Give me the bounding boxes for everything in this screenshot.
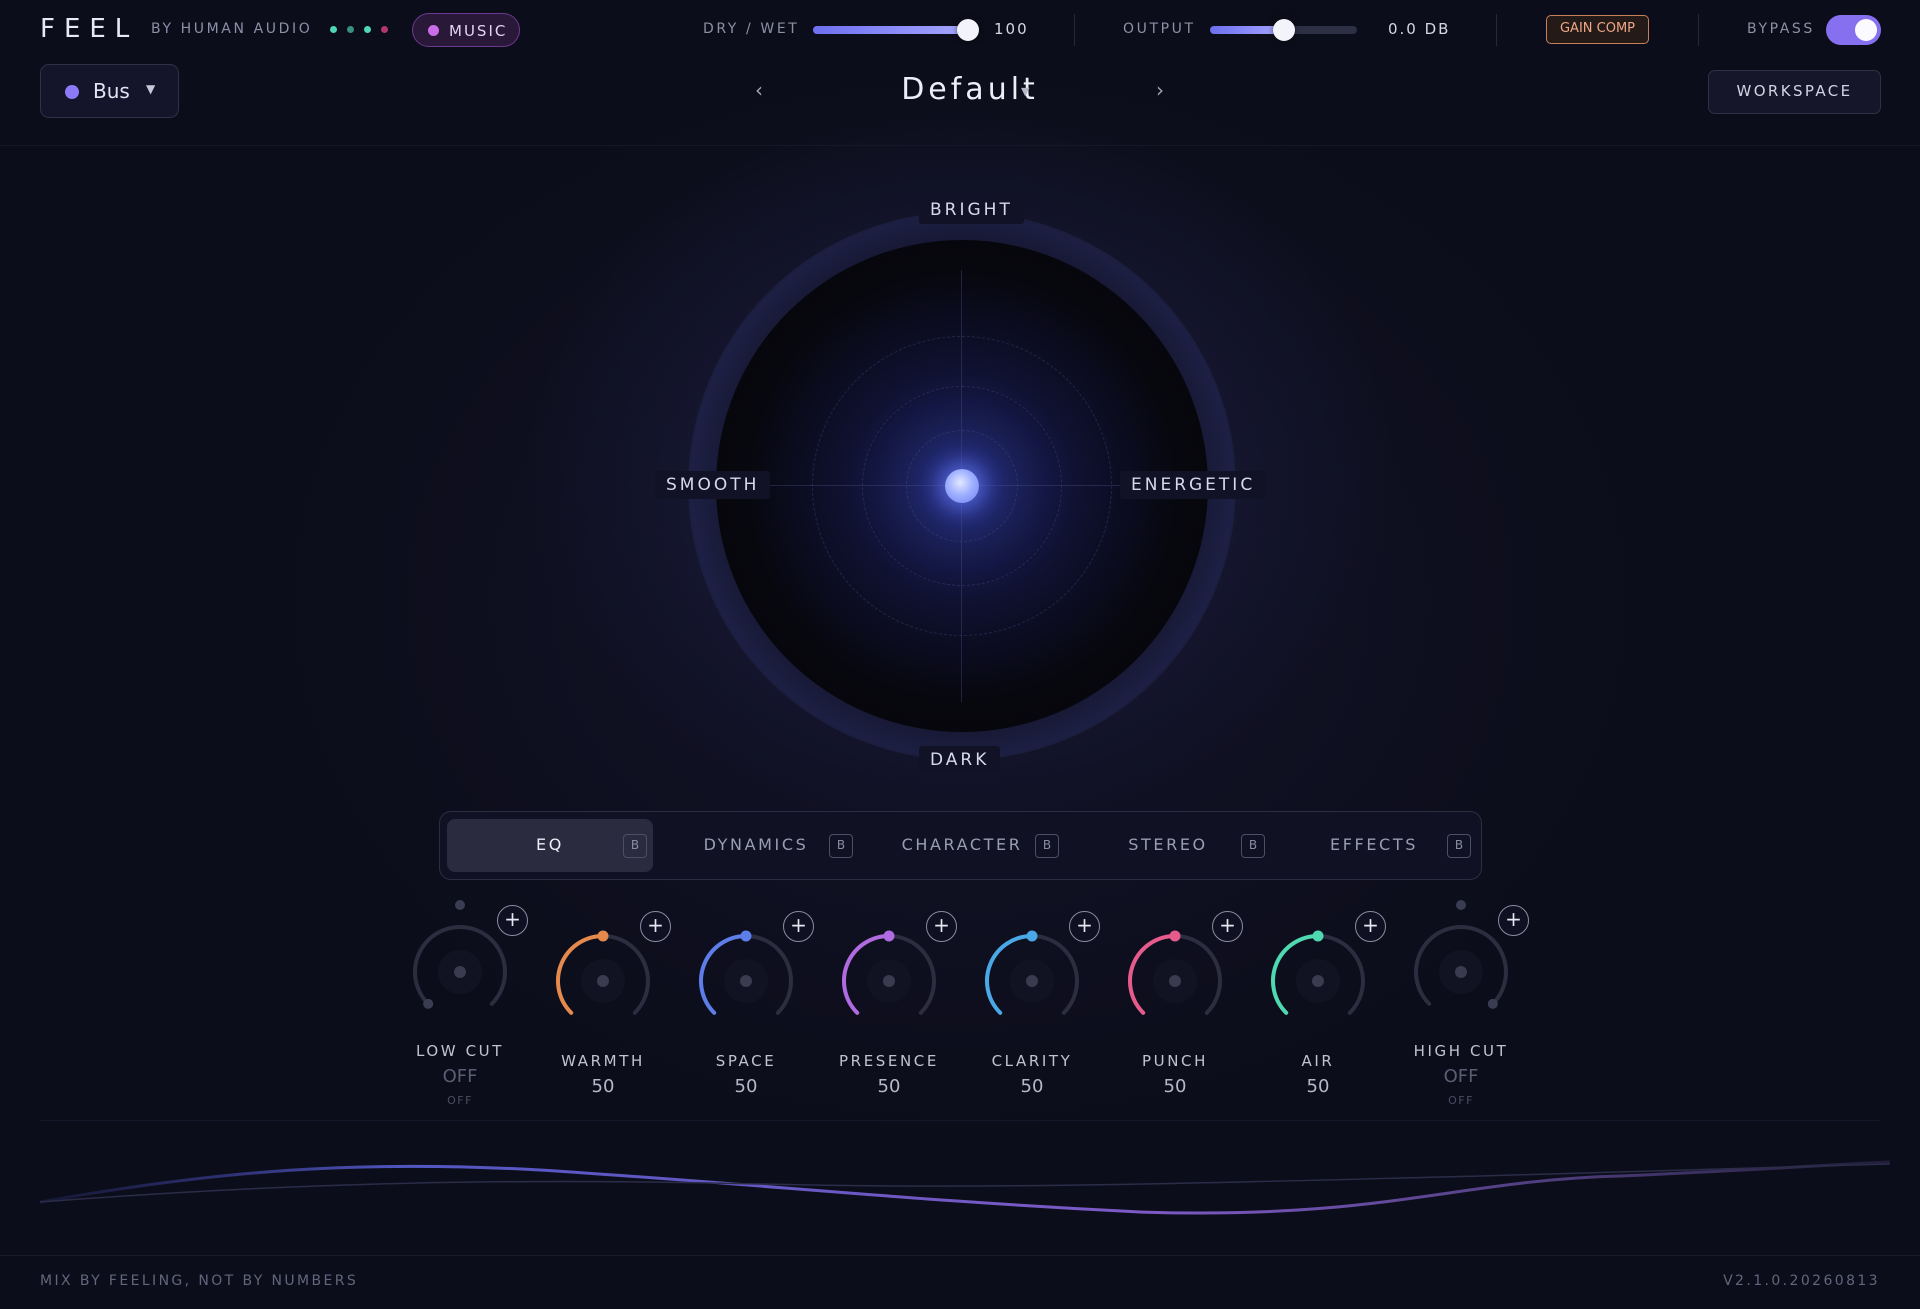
knob-value: OFF — [442, 1066, 478, 1087]
knob-label: PUNCH — [1142, 1052, 1208, 1070]
divider — [1698, 14, 1699, 46]
knob-value: OFF — [1443, 1066, 1479, 1087]
knob-presence[interactable]: + PRESENCE 50 — [829, 900, 957, 1110]
knob-clarity[interactable]: + CLARITY 50 — [972, 900, 1100, 1110]
knob-low-cut[interactable]: + LOW CUT OFF OFF — [400, 900, 528, 1110]
knob-add-button[interactable]: + — [497, 905, 528, 936]
divider — [40, 1120, 1880, 1121]
knob-space[interactable]: + SPACE 50 — [686, 900, 814, 1110]
gain-comp-button[interactable]: GAIN COMP — [1546, 15, 1649, 44]
status-dot-2 — [347, 26, 354, 33]
drywet-slider-thumb[interactable] — [957, 19, 979, 41]
knob-label: SPACE — [715, 1052, 777, 1070]
tab-dynamics[interactable]: DYNAMICS B — [653, 819, 859, 872]
output-slider-thumb[interactable] — [1273, 19, 1295, 41]
knob-value: 50 — [591, 1076, 615, 1097]
mode-selector[interactable]: MUSIC — [412, 13, 520, 47]
footer-tagline: MIX BY FEELING, NOT BY NUMBERS — [40, 1273, 359, 1289]
tab-bypass-badge[interactable]: B — [1035, 834, 1059, 858]
tab-bypass-badge[interactable]: B — [1241, 834, 1265, 858]
divider — [1074, 14, 1075, 46]
tab-character[interactable]: CHARACTER B — [859, 819, 1065, 872]
bypass-toggle[interactable] — [1826, 15, 1881, 45]
knob-value: 50 — [1306, 1076, 1330, 1097]
preset-next-button[interactable]: › — [1156, 78, 1164, 102]
preset-name[interactable]: Default — [860, 72, 1080, 107]
chevron-down-icon: ▼ — [146, 82, 156, 96]
pad-label-left: SMOOTH — [655, 471, 771, 499]
knob-add-button[interactable]: + — [640, 911, 671, 942]
knob-label: CLARITY — [991, 1052, 1073, 1070]
output-label: OUTPUT — [1123, 21, 1196, 37]
bypass-label: BYPASS — [1747, 21, 1815, 37]
status-dot-3 — [364, 26, 371, 33]
knob-add-button[interactable]: + — [926, 911, 957, 942]
knob-air[interactable]: + AIR 50 — [1258, 900, 1386, 1110]
status-dot-4 — [381, 26, 388, 33]
knob-label: LOW CUT — [415, 1042, 505, 1060]
knob-label: AIR — [1301, 1052, 1335, 1070]
app-byline: BY HUMAN AUDIO — [151, 21, 313, 37]
knob-label: HIGH CUT — [1413, 1042, 1509, 1060]
app-logo: FEEL — [40, 14, 139, 44]
drywet-slider[interactable] — [813, 19, 979, 41]
tab-bypass-badge[interactable]: B — [623, 834, 647, 858]
workspace-button[interactable]: WORKSPACE — [1708, 70, 1881, 114]
pad-label-top: BRIGHT — [919, 196, 1024, 224]
bypass-toggle-knob — [1855, 19, 1877, 41]
footer-version: V2.1.0.20260813 — [1723, 1273, 1880, 1289]
knob-label: PRESENCE — [839, 1052, 939, 1070]
knob-sub-value: OFF — [1448, 1094, 1474, 1107]
preset-prev-button[interactable]: ‹ — [755, 78, 763, 102]
pad-label-right: ENERGETIC — [1120, 471, 1267, 499]
bus-label: Bus — [93, 79, 130, 103]
knob-value: 50 — [1163, 1076, 1187, 1097]
tab-effects[interactable]: EFFECTS B — [1271, 819, 1477, 872]
knob-warmth[interactable]: + WARMTH 50 — [543, 900, 671, 1110]
bus-color-dot-icon — [65, 85, 79, 99]
knob-value: 50 — [877, 1076, 901, 1097]
knob-add-button[interactable]: + — [783, 911, 814, 942]
wave-line — [39, 1160, 1891, 1215]
knob-high-cut[interactable]: + HIGH CUT OFF OFF — [1401, 900, 1529, 1110]
knob-add-button[interactable]: + — [1212, 911, 1243, 942]
mode-dot-icon — [428, 25, 439, 36]
knob-value: 50 — [734, 1076, 758, 1097]
tab-bypass-badge[interactable]: B — [1447, 834, 1471, 858]
top-bar: FEEL BY HUMAN AUDIO MUSIC DRY / WET 100 … — [0, 0, 1920, 60]
output-slider[interactable] — [1210, 19, 1357, 41]
pad-label-bottom: DARK — [919, 746, 1001, 774]
knob-label: WARMTH — [561, 1052, 645, 1070]
divider — [0, 1255, 1920, 1256]
tab-bypass-badge[interactable]: B — [829, 834, 853, 858]
divider — [0, 145, 1920, 146]
module-tabs: EQ B DYNAMICS B CHARACTER B STEREO B EFF… — [439, 811, 1482, 880]
preset-chevron-down-icon[interactable]: ▼ — [1021, 85, 1029, 98]
knob-punch[interactable]: + PUNCH 50 — [1115, 900, 1243, 1110]
status-dot-1 — [330, 26, 337, 33]
drywet-value: 100 — [994, 20, 1029, 38]
bus-selector[interactable]: Bus ▼ — [40, 64, 179, 118]
knob-sub-value: OFF — [447, 1094, 473, 1107]
knob-add-button[interactable]: + — [1069, 911, 1100, 942]
drywet-label: DRY / WET — [703, 21, 800, 37]
tab-stereo[interactable]: STEREO B — [1065, 819, 1271, 872]
knob-add-button[interactable]: + — [1355, 911, 1386, 942]
knob-value: 50 — [1020, 1076, 1044, 1097]
pad-puck[interactable] — [945, 469, 979, 503]
divider — [1496, 14, 1497, 46]
drywet-slider-fill — [813, 26, 968, 34]
spectrum-wave — [39, 1160, 1891, 1215]
mode-label: MUSIC — [449, 22, 508, 40]
output-value: 0.0 DB — [1388, 20, 1451, 38]
tab-eq[interactable]: EQ B — [447, 819, 653, 872]
knob-add-button[interactable]: + — [1498, 905, 1529, 936]
